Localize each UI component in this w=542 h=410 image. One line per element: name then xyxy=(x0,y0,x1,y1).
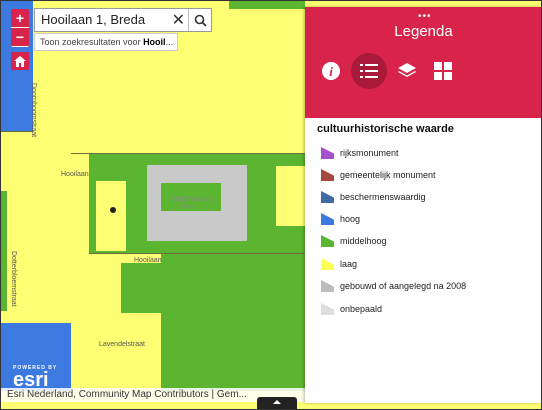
legend-swatch xyxy=(321,303,334,315)
legend-item: gebouwd of aangelegd na 2008 xyxy=(321,279,466,293)
suggest-bold: Hooil xyxy=(143,37,166,47)
zoom-out-button[interactable]: − xyxy=(11,28,29,47)
clear-icon[interactable]: ✕ xyxy=(172,10,185,30)
map-area-middelhoog xyxy=(229,1,305,9)
legend-item: onbepaald xyxy=(321,302,382,316)
zoom-controls: + − xyxy=(11,9,29,47)
legend-label: onbepaald xyxy=(340,304,383,314)
legend-list-icon xyxy=(360,64,378,78)
tab-basemap[interactable] xyxy=(425,53,461,89)
legend-label: middelhoog xyxy=(340,236,387,246)
layers-icon xyxy=(398,63,416,77)
map-street-line xyxy=(71,153,305,154)
home-button[interactable] xyxy=(11,52,29,70)
legend-label: gebouwd of aangelegd na 2008 xyxy=(340,281,467,291)
legend-item: gemeentelijk monument xyxy=(321,168,436,182)
map-area-middelhoog xyxy=(161,226,305,391)
legend-swatch xyxy=(321,169,334,181)
map-area-laag xyxy=(96,181,126,251)
zoom-in-button[interactable]: + xyxy=(11,9,29,28)
home-icon xyxy=(14,55,26,67)
legend-swatch xyxy=(321,280,334,292)
info-icon: i xyxy=(322,62,340,80)
tab-layers[interactable] xyxy=(389,53,425,89)
street-label: Doornboomstraat xyxy=(30,83,37,138)
legend-label: beschermenswaardig xyxy=(340,192,426,202)
legend-swatch xyxy=(321,258,334,270)
panel-menu-dots[interactable]: ••• xyxy=(418,11,432,22)
esri-logo[interactable]: POWERED BY esri xyxy=(13,365,57,391)
street-label: Hooilaan xyxy=(61,171,89,178)
map-area-middelhoog xyxy=(121,263,171,313)
esri-brand-text: esri xyxy=(13,369,49,391)
street-label: Hooilaan xyxy=(134,257,162,264)
map-street-line xyxy=(1,131,33,132)
legend-swatch xyxy=(321,213,334,225)
building-label-line-2: Nab... xyxy=(181,203,201,210)
street-label: Dotterbloemstraat xyxy=(10,251,17,307)
legend-item: laag xyxy=(321,257,357,271)
legend-label: hoog xyxy=(340,214,361,224)
map-area-middelhoog xyxy=(1,191,7,311)
map-street-line xyxy=(89,253,305,254)
map-canvas[interactable]: Doornboomstraat Hooilaan Hooilaan Dotter… xyxy=(1,1,305,409)
map-frame: Doornboomstraat Hooilaan Hooilaan Dotter… xyxy=(0,0,542,410)
map-building-label: Kinderopvang Nab... xyxy=(171,196,215,210)
legend-item: beschermenswaardig xyxy=(321,190,426,204)
legend-label: rijksmonument xyxy=(340,148,399,158)
legend-swatch xyxy=(321,191,334,203)
legend-label: laag xyxy=(340,259,358,269)
basemap-grid-icon xyxy=(434,62,452,80)
panel-toggle-button[interactable] xyxy=(257,397,297,409)
legend-section-title: cultuurhistorische waarde xyxy=(317,123,454,135)
search-suggestion[interactable]: Toon zoekresultaten voor Hooil... xyxy=(34,33,178,51)
search-icon xyxy=(194,14,207,27)
panel-header: ••• Legenda i xyxy=(305,7,541,118)
building-label-line-1: Kinderopvang xyxy=(171,196,215,203)
search-box: Hooilaan 1, Breda ✕ xyxy=(34,8,212,32)
search-button[interactable] xyxy=(188,9,211,31)
legend-label: gemeentelijk monument xyxy=(340,170,436,180)
search-input[interactable]: Hooilaan 1, Breda xyxy=(41,12,145,27)
suggest-suffix: ... xyxy=(165,37,174,47)
legend-swatch xyxy=(321,235,334,247)
location-marker[interactable] xyxy=(110,207,116,213)
panel-title: Legenda xyxy=(394,23,453,40)
legend-item: rijksmonument xyxy=(321,146,399,160)
street-label: Lavendelstraat xyxy=(99,341,145,348)
legend-item: middelhoog xyxy=(321,234,387,248)
legend-panel: ••• Legenda i cultuurhistorische waarde … xyxy=(305,7,541,403)
map-area-laag xyxy=(276,166,305,226)
tab-info[interactable]: i xyxy=(313,53,349,89)
legend-item: hoog xyxy=(321,212,360,226)
suggest-prefix: Toon zoekresultaten voor xyxy=(40,37,144,47)
svg-text:i: i xyxy=(329,64,333,79)
legend-swatch xyxy=(321,147,334,159)
tab-legend[interactable] xyxy=(351,53,387,89)
